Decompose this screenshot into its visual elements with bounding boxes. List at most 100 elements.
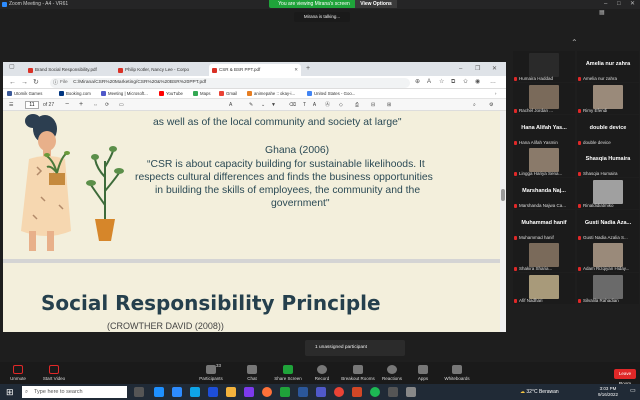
save-as-icon[interactable]: ⊞	[387, 99, 391, 111]
zoom-icon[interactable]: ⊕	[415, 76, 420, 89]
close-icon[interactable]: ✕	[630, 0, 635, 9]
read-aloud-icon[interactable]: A	[229, 99, 232, 111]
participant-tile[interactable]: Marshanda Naj... Marshanda Najwa Ca...	[513, 178, 575, 209]
rotate-icon[interactable]: ⟳	[105, 99, 109, 111]
participant-tile[interactable]: Hana Alifah Yas... Hana Alifah Yasmin	[513, 115, 575, 146]
favorites-icon[interactable]: ✩	[463, 76, 468, 89]
more-icon[interactable]: …	[490, 76, 496, 89]
participant-tile[interactable]: Amelia nur zahra Amelia nur zahra	[577, 51, 639, 82]
participant-tile[interactable]: Silvalila Rahadian	[577, 273, 639, 304]
text-format-icon[interactable]: Ꭺ	[313, 99, 316, 111]
widgets-icon[interactable]	[154, 387, 164, 397]
clock[interactable]: 3:03 PM 9/16/2022	[598, 386, 618, 398]
page-view-icon[interactable]: ▭	[119, 99, 124, 111]
participants-button[interactable]: Participants	[191, 362, 231, 381]
close-icon[interactable]: ✕	[492, 62, 497, 76]
minimize-icon[interactable]: –	[604, 0, 607, 9]
new-tab-icon[interactable]: +	[306, 62, 310, 76]
participant-tile[interactable]: double device double device	[577, 115, 639, 146]
teams-icon[interactable]	[316, 387, 326, 397]
participant-tile[interactable]: Shasqia Humaira Shasqia Humaira	[577, 146, 639, 177]
spotify-icon[interactable]	[370, 387, 380, 397]
task-view-icon[interactable]	[134, 387, 144, 397]
search-icon[interactable]: ⌕	[473, 99, 476, 111]
participant-tile[interactable]: Adam Rizqiyan Hiday...	[577, 241, 639, 272]
zoom-in-icon[interactable]: +	[79, 99, 83, 111]
scroll-thumb[interactable]	[501, 189, 505, 201]
read-aloud-icon[interactable]: A	[427, 76, 431, 89]
zoom-out-icon[interactable]: −	[65, 99, 69, 111]
draw-icon[interactable]: ✎	[249, 99, 253, 111]
bookmark-youtube[interactable]: YouTube	[159, 89, 183, 99]
bookmark-maps[interactable]: Maps	[193, 89, 211, 99]
mail-icon[interactable]	[208, 387, 218, 397]
bookmark-booking[interactable]: Booking.com	[59, 89, 91, 99]
taskbar-search-input[interactable]: ⌕ Type here to search	[22, 386, 127, 398]
unassigned-participant-popup[interactable]: 1 unassigned participant	[305, 340, 405, 356]
profile-icon[interactable]: ◉	[475, 76, 480, 89]
chrome-icon[interactable]	[334, 387, 344, 397]
system-tray[interactable]: ☁ 32°C Berawan	[520, 384, 559, 400]
forward-icon[interactable]: →	[21, 76, 28, 89]
collections-icon[interactable]: ⧉	[451, 76, 455, 89]
view-options-button[interactable]: View Options	[355, 0, 397, 8]
edge-icon[interactable]	[190, 387, 200, 397]
highlight-icon[interactable]: ▼	[271, 99, 276, 111]
participant-tile[interactable]: Humaira Haddad	[513, 51, 575, 82]
text-icon[interactable]: T	[303, 99, 306, 111]
tab-csr-bsr[interactable]: CSR & BSR PPT.pdf ✕	[209, 64, 301, 76]
chat-button[interactable]: Chat	[232, 362, 272, 381]
add-text-icon[interactable]: Ⓐ	[325, 99, 330, 111]
back-icon[interactable]: ←	[9, 76, 16, 89]
participant-tile[interactable]: Rinaldidiatmiko	[577, 178, 639, 209]
collapse-icon[interactable]: ⌃	[571, 38, 578, 47]
url-input[interactable]: ⓘ File C:/Mirana/CSR%20Marketing/CSR%20&…	[50, 77, 410, 88]
firefox-icon[interactable]	[262, 387, 272, 397]
contents-icon[interactable]: ☰	[9, 99, 13, 111]
unmute-button[interactable]: Unmute	[0, 362, 38, 381]
participant-tile[interactable]: Rimy Efendi	[577, 83, 639, 114]
participant-tile[interactable]: Shakira Sharia...	[513, 241, 575, 272]
bookmark-animepahe[interactable]: animepahe :: okay-i...	[247, 89, 295, 99]
file-explorer-icon[interactable]	[226, 387, 236, 397]
zoom-taskbar-icon[interactable]	[172, 387, 182, 397]
settings-icon[interactable]: ⚙	[489, 99, 493, 111]
record-button[interactable]: Record	[302, 362, 342, 381]
more-bookmarks-icon[interactable]: ›	[495, 89, 496, 99]
grid-view-icon[interactable]: ▦	[599, 9, 605, 16]
eraser-icon[interactable]: ◇	[339, 99, 343, 111]
minimize-icon[interactable]: –	[459, 62, 462, 76]
tab-brand-social[interactable]: Brand Social Responsibility.pdf	[25, 64, 113, 76]
powerpoint-icon[interactable]	[352, 387, 362, 397]
restore-icon[interactable]: ❐	[475, 62, 480, 76]
tab-actions-icon[interactable]: ▢	[9, 62, 15, 74]
erase-icon[interactable]: ⌫	[289, 99, 296, 111]
bookmark-united-states[interactable]: United States - Goo...	[307, 89, 355, 99]
refresh-icon[interactable]: ↻	[33, 76, 39, 89]
store-icon[interactable]	[244, 387, 254, 397]
tab-philip-kotler[interactable]: Philip Kotler, Nancy Lee - Corpo	[115, 64, 207, 76]
participant-tile[interactable]: Afif Nadhari	[513, 273, 575, 304]
windows-start-icon[interactable]: ⊞	[6, 387, 16, 397]
close-tab-icon[interactable]: ✕	[294, 64, 298, 76]
bookmark-meeting[interactable]: Meeting | Microsoft...	[101, 89, 148, 99]
participant-tile[interactable]: Muhammad hanif Muhammad hanif	[513, 210, 575, 241]
bookmark-utomik[interactable]: Utomik Games	[7, 89, 42, 99]
leave-room-button[interactable]: Leave Room	[614, 369, 636, 386]
draw-dropdown-icon[interactable]: ⌄	[261, 99, 265, 111]
participant-tile[interactable]: Rachel Jordan ...	[513, 83, 575, 114]
save-icon[interactable]: ⊟	[371, 99, 375, 111]
whatsapp-icon[interactable]	[280, 387, 290, 397]
notifications-icon[interactable]: ▭	[630, 387, 636, 394]
participant-tile[interactable]: Gusti Nadia Aza... Gusti Nadia Azalia S..…	[577, 210, 639, 241]
pdf-scrollbar[interactable]	[500, 111, 506, 332]
app-icon[interactable]	[388, 387, 398, 397]
pdf-viewer[interactable]: as well as of the local community and so…	[3, 111, 500, 332]
app-icon[interactable]	[406, 387, 416, 397]
favorite-icon[interactable]: ☆	[439, 76, 444, 89]
participant-tile[interactable]: Lingga Hariya Sena...	[513, 146, 575, 177]
print-icon[interactable]: ⎙	[355, 99, 359, 111]
fit-page-icon[interactable]: ⇔	[93, 99, 98, 111]
word-icon[interactable]	[298, 387, 308, 397]
whiteboards-button[interactable]: Whiteboards	[437, 362, 477, 381]
